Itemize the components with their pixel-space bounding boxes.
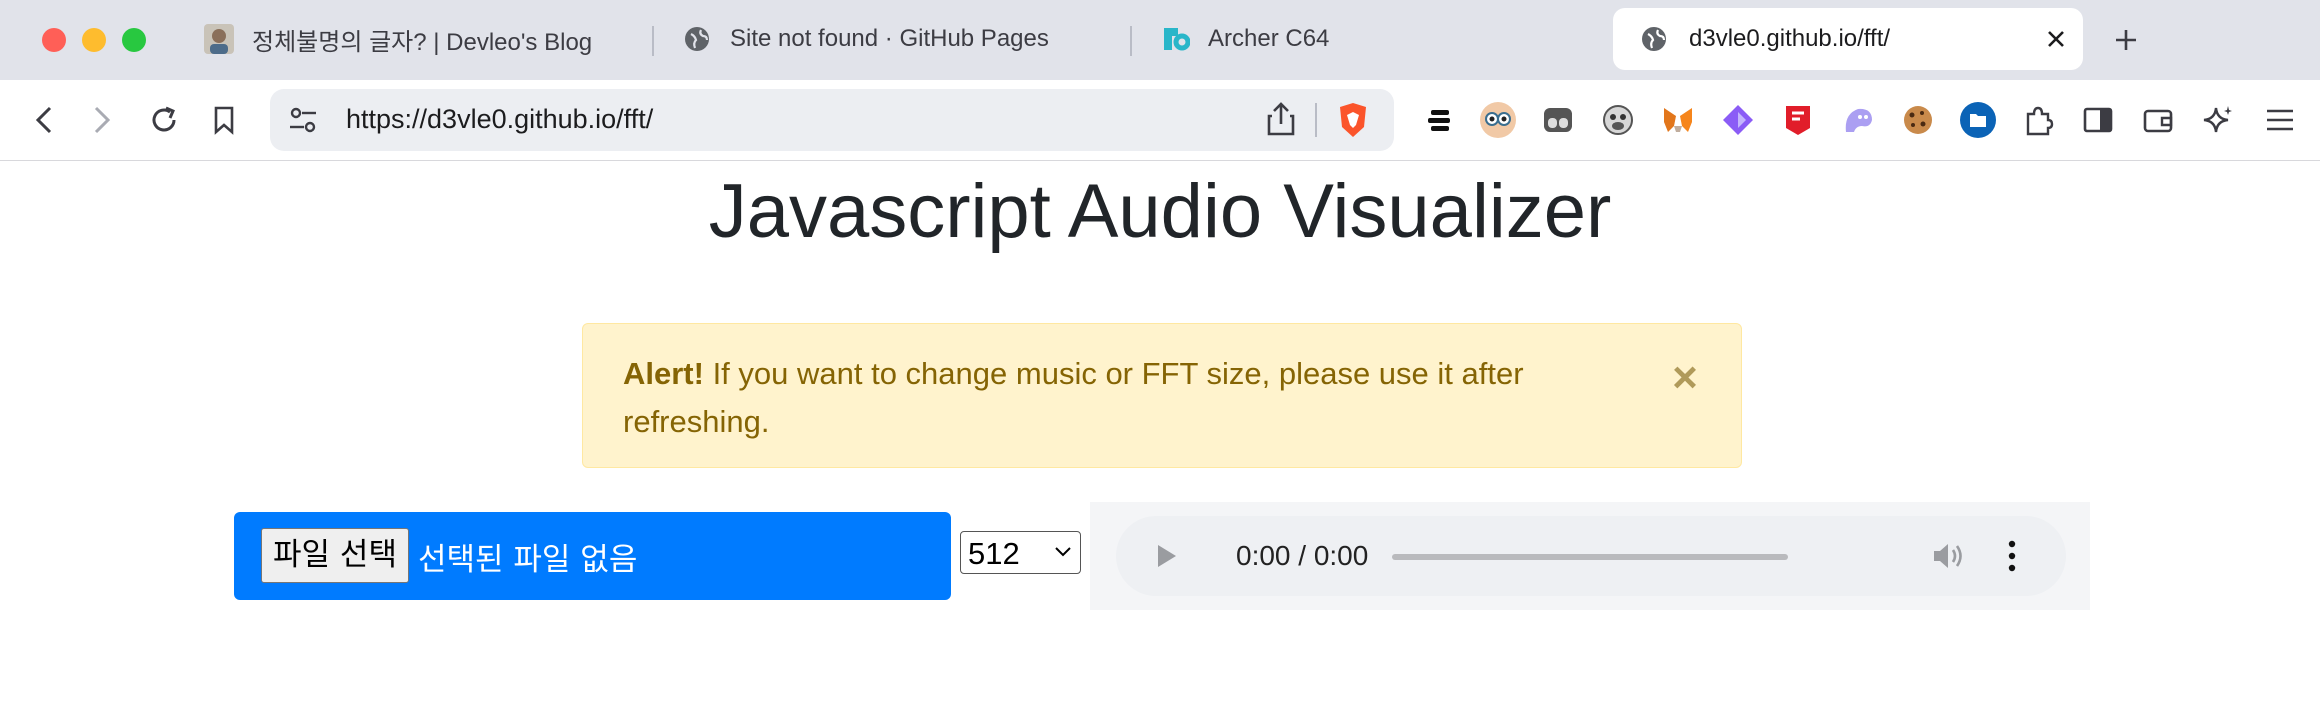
audio-panel: 0:00 / 0:00 (1090, 502, 2090, 610)
tab-separator (652, 26, 654, 56)
share-icon[interactable] (1266, 102, 1296, 141)
tab-devleo-blog[interactable]: 정체불명의 글자? | Devleo's Blog (204, 8, 592, 70)
close-window-button[interactable] (42, 28, 66, 52)
globe-icon (1639, 24, 1669, 54)
alert-message: If you want to change music or FFT size,… (623, 356, 1524, 439)
close-alert-button[interactable]: × (1665, 356, 1705, 400)
extension-stack-icon[interactable] (1422, 102, 1458, 138)
tab-archer-c64[interactable]: Archer C64 (1160, 8, 1329, 70)
address-bar[interactable]: https://d3vle0.github.io/fft/ (270, 89, 1394, 151)
tab-github-pages[interactable]: Site not found · GitHub Pages (682, 8, 1049, 70)
menu-icon[interactable] (2262, 102, 2298, 138)
extension-cookie-icon[interactable] (1900, 102, 1936, 138)
extension-metamask-icon[interactable] (1660, 102, 1696, 138)
tab-label: Site not found · GitHub Pages (730, 25, 1049, 52)
extensions-puzzle-icon[interactable] (2020, 102, 2056, 138)
file-input-container: 파일 선택 선택된 파일 없음 (234, 512, 951, 600)
play-icon[interactable] (1154, 542, 1180, 575)
extension-reader-icon[interactable] (1540, 102, 1576, 138)
bookmark-icon[interactable] (204, 100, 244, 140)
fft-size-select[interactable]: 512 (960, 531, 1081, 574)
audio-progress-track[interactable] (1392, 554, 1788, 560)
site-settings-icon[interactable] (288, 106, 318, 139)
minimize-window-button[interactable] (82, 28, 106, 52)
fft-size-value: 512 (968, 536, 1020, 571)
audio-player[interactable]: 0:00 / 0:00 (1116, 516, 2066, 596)
leo-ai-icon[interactable] (2200, 102, 2236, 138)
chevron-down-icon (1053, 542, 1073, 567)
wallet-icon[interactable] (2140, 102, 2176, 138)
extension-owl-icon[interactable] (1480, 102, 1516, 138)
close-tab-icon[interactable] (2039, 22, 2073, 56)
extension-folder-icon[interactable] (1960, 102, 1996, 138)
volume-icon[interactable] (1930, 538, 1966, 579)
alert-box: Alert! If you want to change music or FF… (582, 323, 1742, 468)
alert-strong: Alert! (623, 356, 704, 391)
extension-purple-icon[interactable] (1720, 102, 1756, 138)
forward-icon[interactable] (82, 100, 122, 140)
tab-label: Archer C64 (1208, 25, 1330, 52)
page-title: Javascript Audio Visualizer (708, 169, 1612, 254)
tab-label: 정체불명의 글자? | Devleo's Blog (252, 28, 593, 56)
audio-time: 0:00 / 0:00 (1236, 540, 1369, 571)
choose-file-button[interactable]: 파일 선택 (261, 528, 409, 583)
avatar-favicon-icon (204, 24, 234, 54)
alert-text: Alert! If you want to change music or FF… (623, 350, 1633, 446)
brave-shields-icon[interactable] (1336, 101, 1370, 144)
extension-ghost-icon[interactable] (1840, 102, 1876, 138)
back-icon[interactable] (24, 100, 64, 140)
reload-icon[interactable] (144, 100, 184, 140)
new-tab-icon[interactable] (2108, 22, 2144, 58)
file-status-text: 선택된 파일 없음 (418, 542, 638, 578)
tplink-icon (1160, 24, 1190, 54)
extension-red-icon[interactable] (1780, 102, 1816, 138)
tab-label: d3vle0.github.io/fft/ (1689, 25, 1891, 52)
tab-separator (1130, 26, 1132, 56)
globe-icon (682, 24, 712, 54)
divider (1315, 103, 1317, 137)
sidebar-toggle-icon[interactable] (2080, 102, 2116, 138)
more-options-icon[interactable] (2006, 538, 2018, 579)
tab-active-fft[interactable]: d3vle0.github.io/fft/ (1613, 8, 2083, 70)
extension-gorilla-icon[interactable] (1600, 102, 1636, 138)
maximize-window-button[interactable] (122, 28, 146, 52)
url-text: https://d3vle0.github.io/fft/ (346, 104, 654, 134)
